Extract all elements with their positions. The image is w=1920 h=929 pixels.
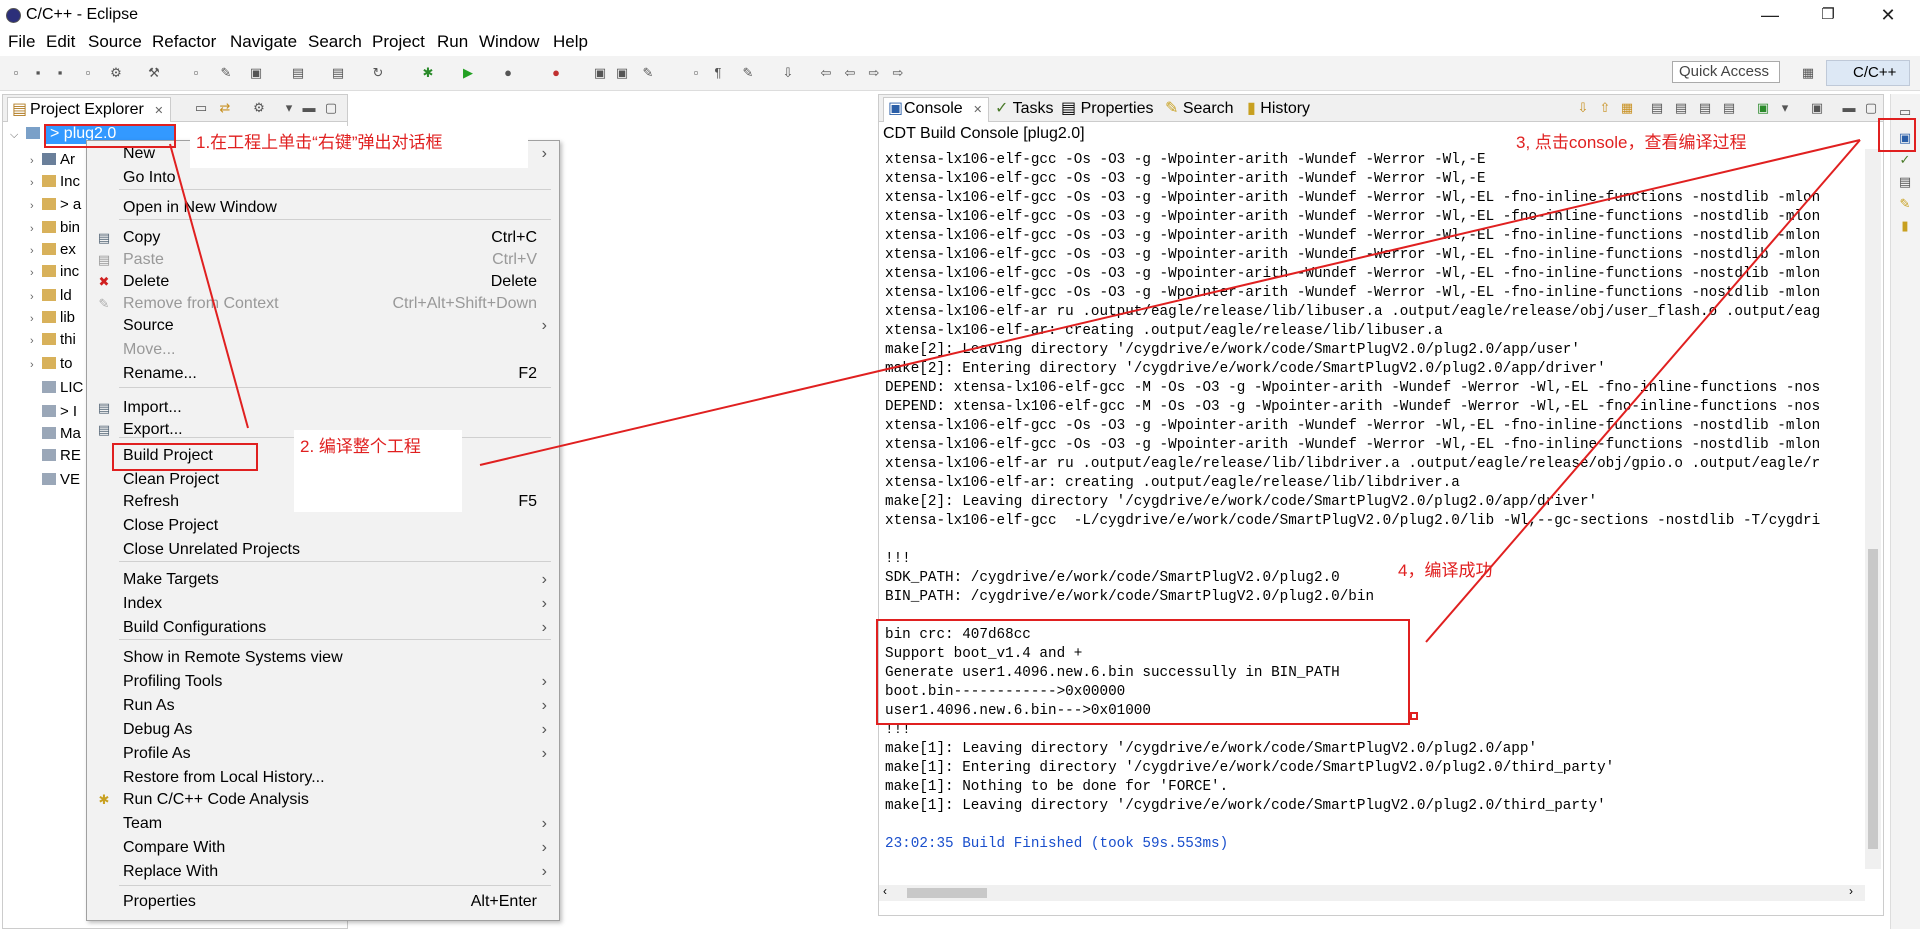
annotation-step-4: 4，编译成功 — [1398, 561, 1493, 580]
annotation-step-1: 1.在工程上单击“右键”弹出对话框 — [190, 126, 528, 168]
highlight-console-icon — [1878, 118, 1916, 152]
annotation-step-2: 2. 编译整个工程 — [294, 430, 462, 512]
annotation-step-3: 3, 点击console，查看编译过程 — [1516, 133, 1747, 152]
highlight-project — [44, 124, 176, 148]
highlight-marker — [1410, 712, 1418, 720]
highlight-build-project — [112, 443, 258, 471]
highlight-build-output — [876, 619, 1410, 725]
